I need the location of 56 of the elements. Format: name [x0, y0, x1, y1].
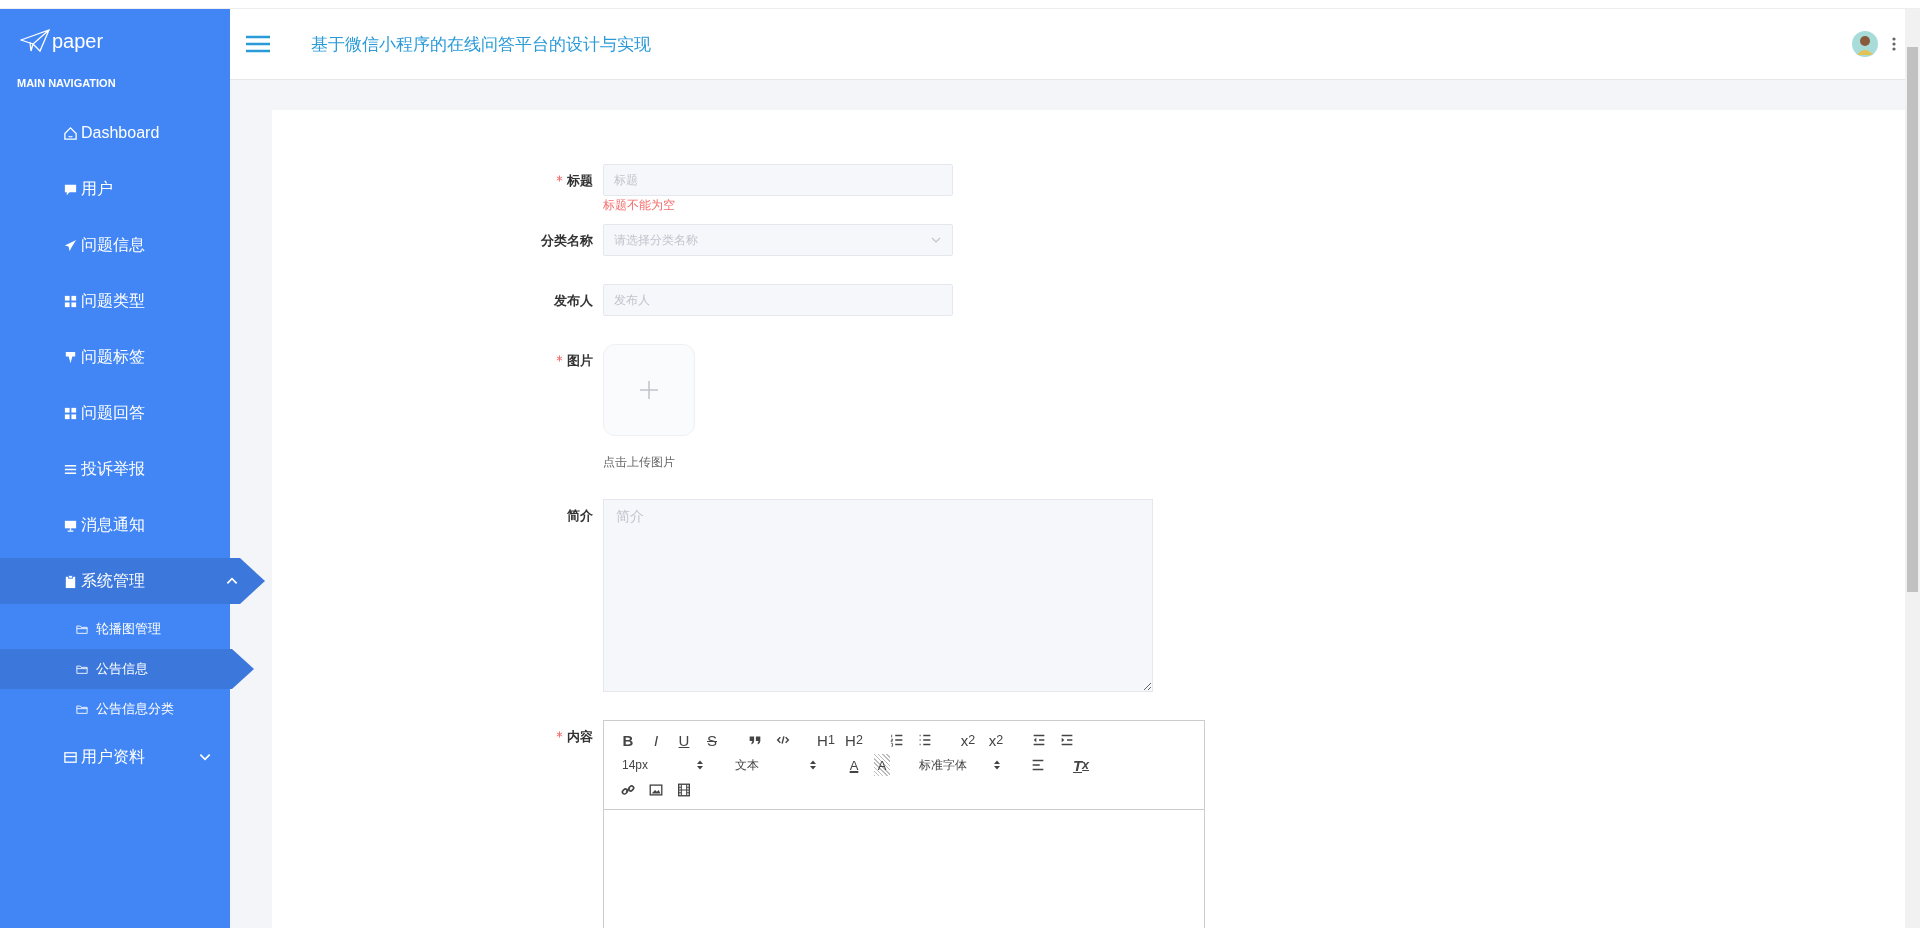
bold-button[interactable]: B [614, 729, 642, 752]
ordered-list-icon [889, 732, 905, 749]
underline-button[interactable]: U [670, 729, 698, 752]
app-title: 基于微信小程序的在线问答平台的设计与实现 [311, 33, 651, 56]
window-icon [63, 749, 78, 765]
up-down-icon [993, 759, 1001, 771]
upload-hint: 点击上传图片 [603, 454, 676, 471]
nav-item[interactable]: 消息通知 [0, 497, 230, 553]
film-icon [676, 781, 692, 798]
nav-item[interactable]: 用户 [0, 161, 230, 217]
nav-heading: MAIN NAVIGATION [16, 76, 117, 91]
home-icon [63, 125, 78, 141]
up-down-icon [809, 759, 817, 771]
plus-icon [639, 380, 659, 400]
grid-icon [63, 405, 78, 421]
picker-dropdown[interactable]: 标准字体 [911, 754, 1009, 776]
error-message: 标题不能为空 [603, 197, 676, 214]
nav-item[interactable]: 问题信息 [0, 217, 230, 273]
background-color-button[interactable]: A [874, 754, 890, 776]
more-icon[interactable] [1892, 37, 1896, 51]
picker-dropdown[interactable]: 文本 [727, 754, 825, 776]
nav-item[interactable]: 用户资料 [0, 729, 230, 785]
folder-icon [76, 703, 88, 715]
menu-button[interactable] [245, 35, 271, 53]
label-text: 分类名称 [541, 232, 593, 250]
align-left-icon [1030, 757, 1046, 773]
pin-icon [63, 349, 78, 365]
label-text: 简介 [567, 507, 593, 525]
folder-icon [76, 663, 88, 675]
label-text: 发布人 [554, 292, 593, 310]
picker-dropdown[interactable]: 14px [614, 754, 712, 776]
paper-plane-logo-icon [20, 29, 50, 53]
nav-subitem[interactable]: 轮播图管理 [0, 609, 230, 649]
label-text: 标题 [567, 172, 593, 190]
avatar[interactable] [1852, 31, 1878, 57]
folder-icon [76, 623, 88, 635]
strike-button[interactable]: S [698, 729, 726, 752]
up-down-icon [696, 759, 704, 771]
grid-icon [63, 293, 78, 309]
nav-subitem[interactable]: 公告信息分类 [0, 689, 230, 729]
nav-item[interactable]: Dashboard [0, 105, 230, 161]
image-icon [648, 781, 664, 798]
nav-item[interactable]: 问题类型 [0, 273, 230, 329]
text-color-button[interactable]: A [840, 754, 868, 776]
italic-button[interactable]: I [642, 729, 670, 752]
scrollbar[interactable] [1905, 9, 1920, 928]
nav-item[interactable]: 投诉举报 [0, 441, 230, 497]
clipboard-icon [63, 573, 78, 589]
nav-item[interactable]: 问题回答 [0, 385, 230, 441]
label-text: 图片 [567, 352, 593, 370]
nav-item[interactable]: 问题标签 [0, 329, 230, 385]
logo-text: paper [52, 29, 104, 53]
nav-subitem[interactable]: 公告信息 [0, 649, 254, 689]
paper-plane-icon [63, 237, 78, 253]
nav-item[interactable]: 系统管理 [0, 558, 265, 604]
label-text: 内容 [567, 728, 593, 746]
